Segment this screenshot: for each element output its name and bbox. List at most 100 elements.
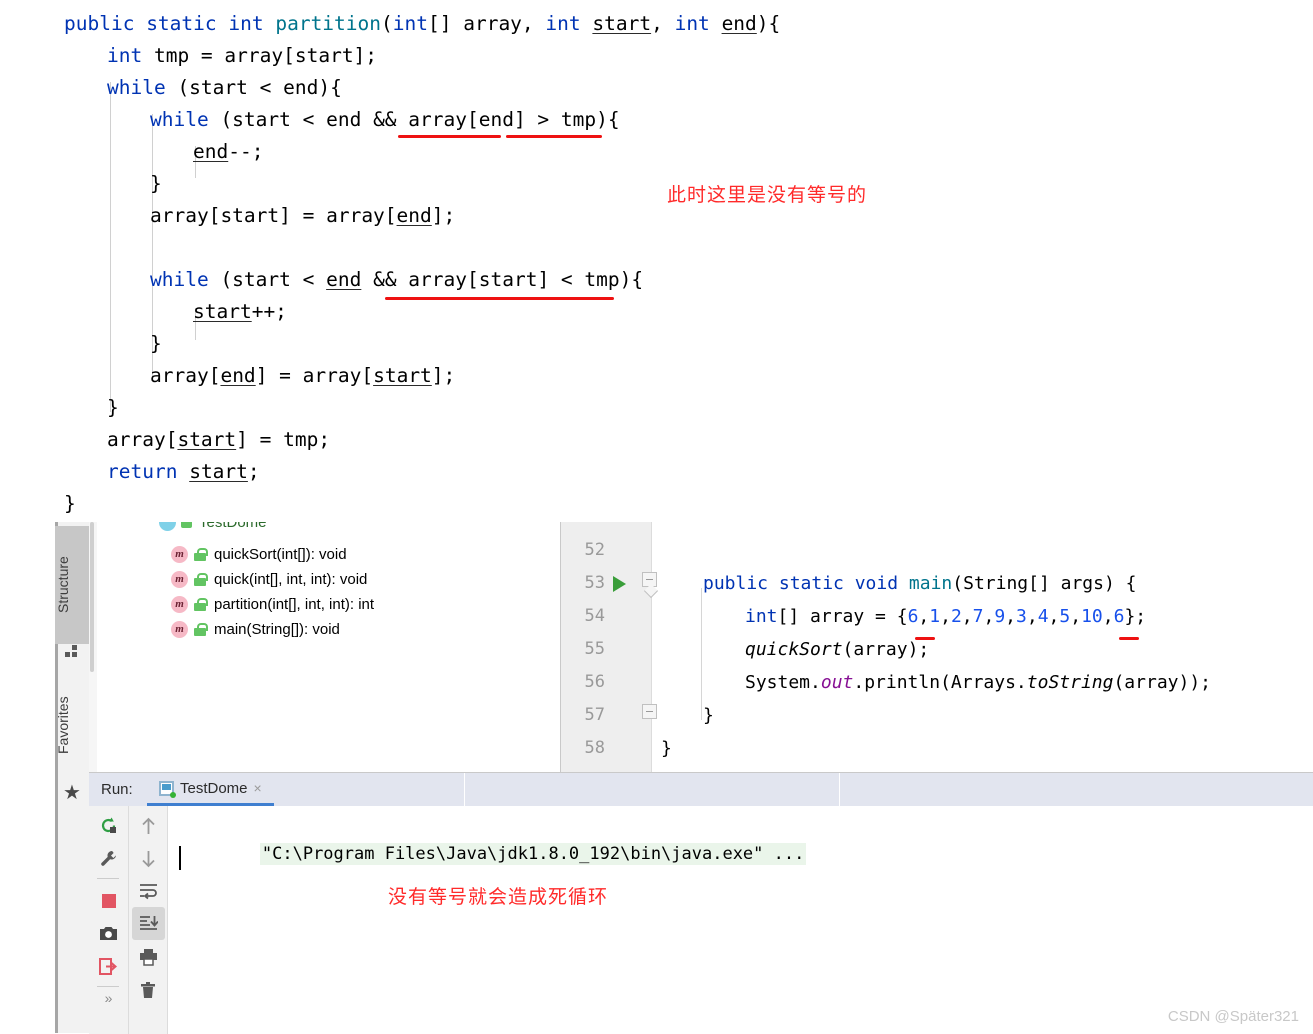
code-token: start: [189, 460, 248, 483]
line-number: 55: [584, 639, 605, 659]
code-token: }: [150, 332, 162, 355]
code-token: 1: [929, 606, 941, 627]
code-token: array[start] = array[: [150, 204, 397, 227]
code-token: 4: [1037, 606, 1049, 627]
code-token: int: [674, 12, 710, 35]
code-token: };: [1124, 606, 1147, 627]
console-output[interactable]: "C:\Program Files\Java\jdk1.8.0_192\bin\…: [168, 806, 1313, 1034]
line-number: 58: [584, 738, 605, 758]
run-tool-window: Run: TestDome × » "C:\Program Files\Java…: [89, 772, 1313, 1034]
toolbar-separator: [97, 878, 119, 879]
ide-lower-region: Structure Favorites ★ TestDome m quickSor…: [0, 522, 1313, 1034]
code-line: }: [107, 392, 119, 424]
tool-window-bar-left: Structure Favorites ★: [55, 522, 90, 1033]
console-toolbar-right: [129, 806, 168, 1034]
code-line: public static int partition(int[] array,…: [64, 8, 780, 40]
code-line: int tmp = array[start];: [107, 40, 377, 72]
stop-icon[interactable]: [89, 884, 128, 917]
line-number: 54: [584, 606, 605, 626]
code-token: ++;: [251, 300, 287, 323]
camera-icon[interactable]: [89, 917, 128, 950]
code-token: [] array,: [428, 12, 546, 35]
code-token: ,: [1005, 606, 1016, 627]
line-number: 53: [584, 573, 605, 593]
expand-toolbar-button[interactable]: »: [89, 990, 128, 1006]
public-lock-icon: [194, 573, 208, 586]
code-token: end: [220, 364, 256, 387]
structure-item-label: quickSort(int[]): void: [214, 546, 347, 563]
sidebar-item-structure[interactable]: Structure: [55, 526, 89, 644]
wrench-icon[interactable]: [89, 842, 128, 875]
code-token: main: [908, 573, 953, 594]
run-tab-testdome[interactable]: TestDome ×: [147, 773, 274, 806]
code-line: while (start < end && array[end] > tmp){: [150, 104, 620, 136]
code-token: quickSort: [745, 639, 843, 660]
red-underline-1a: [398, 135, 501, 138]
code-token: (start < end && array[end] > tmp){: [208, 108, 620, 131]
code-editor-panel[interactable]: 52 53 54 55 56 57 58 public static void main(S…: [561, 522, 1313, 772]
code-token: }: [107, 396, 119, 419]
public-lock-icon: [194, 548, 208, 561]
code-token: end: [721, 12, 757, 35]
sidebar-item-favorites[interactable]: Favorites: [55, 670, 89, 780]
print-icon[interactable]: [129, 940, 167, 973]
code-token: array[: [150, 364, 221, 387]
editor-gutter[interactable]: 52 53 54 55 56 57 58: [561, 522, 657, 772]
structure-panel[interactable]: TestDome m quickSort(int[]): void m quick(i…: [89, 522, 561, 772]
arrow-up-icon[interactable]: [129, 809, 167, 842]
code-token: ];: [431, 204, 456, 227]
code-token: && array[start] < tmp){: [361, 268, 644, 291]
close-icon[interactable]: ×: [254, 780, 262, 796]
method-icon: m: [171, 546, 188, 563]
soft-wrap-icon[interactable]: [129, 875, 167, 908]
run-label: Run:: [101, 781, 133, 798]
trash-icon[interactable]: [129, 973, 167, 1006]
code-token: end: [396, 204, 432, 227]
exit-icon[interactable]: [89, 950, 128, 983]
rerun-icon[interactable]: [89, 809, 128, 842]
code-token: while: [150, 108, 209, 131]
structure-scrollbar[interactable]: [89, 522, 97, 772]
watermark: CSDN @Später321: [1167, 1008, 1299, 1025]
method-icon: m: [171, 621, 188, 638]
code-token: 2: [950, 606, 962, 627]
code-token: ,: [1102, 606, 1114, 627]
fold-marker-end[interactable]: [642, 704, 657, 719]
run-gutter-icon[interactable]: [613, 576, 626, 592]
code-token: ;: [247, 460, 260, 483]
code-token: (String[] args) {: [952, 573, 1137, 594]
run-tab-label: TestDome: [180, 779, 248, 797]
code-token: (array));: [1113, 672, 1212, 693]
scroll-to-end-icon[interactable]: [132, 907, 165, 940]
code-token: (start < end){: [165, 76, 342, 99]
sidebar-item-label: Structure: [55, 556, 71, 614]
code-token: end: [326, 268, 362, 291]
code-line: }: [661, 732, 672, 765]
code-token: int: [392, 12, 428, 35]
code-token: 6: [1113, 606, 1125, 627]
fold-marker-start[interactable]: [642, 572, 657, 587]
code-token: (start <: [208, 268, 327, 291]
application-run-icon: [159, 780, 176, 798]
code-token: }: [150, 172, 162, 195]
annotation-infinite-loop: 没有等号就会造成死循环: [388, 886, 609, 908]
tabbar-divider: [839, 773, 840, 806]
code-token: ,: [1070, 606, 1082, 627]
code-line: }: [150, 168, 162, 200]
class-icon: [159, 522, 176, 531]
public-lock-icon: [194, 598, 208, 611]
code-token: 6: [907, 606, 919, 627]
code-token: start: [177, 428, 237, 451]
code-token: return: [107, 460, 178, 483]
arrow-down-icon[interactable]: [129, 842, 167, 875]
red-underline-array-first: [915, 637, 935, 640]
red-underline-2: [385, 297, 614, 300]
indent-guide: [701, 588, 702, 720]
code-line: }: [703, 699, 714, 732]
structure-root-label: TestDome: [199, 522, 267, 531]
code-line: System.out.println(Arrays.toString(array…: [745, 666, 1211, 699]
code-token: out: [820, 672, 854, 693]
sidebar-item-label: Favorites: [55, 696, 71, 754]
code-token: ){: [756, 12, 781, 35]
